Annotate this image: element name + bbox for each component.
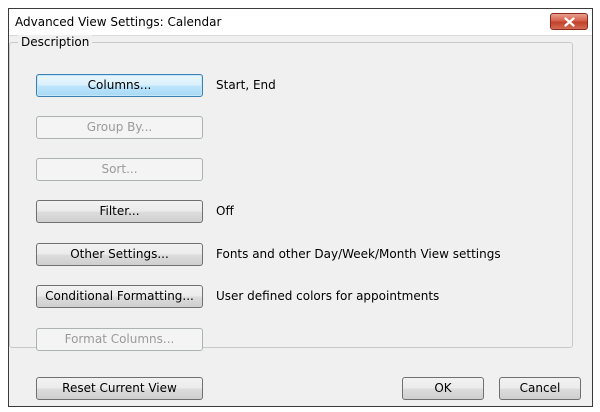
format-columns-button[interactable]: Format Columns... (36, 328, 203, 351)
ok-button[interactable]: OK (402, 377, 484, 400)
groupbox-label: Description (18, 35, 93, 49)
sort-button[interactable]: Sort... (36, 158, 203, 181)
other-settings-button[interactable]: Other Settings... (36, 243, 203, 266)
cancel-button[interactable]: Cancel (499, 377, 581, 400)
window-title: Advanced View Settings: Calendar (15, 15, 222, 29)
reset-current-view-button[interactable]: Reset Current View (36, 377, 203, 400)
title-bar: Advanced View Settings: Calendar (9, 9, 592, 36)
filter-description: Off (216, 204, 234, 218)
columns-button[interactable]: Columns... (36, 74, 203, 97)
close-icon (564, 17, 575, 27)
group-by-button[interactable]: Group By... (36, 116, 203, 139)
conditional-formatting-description: User defined colors for appointments (216, 289, 440, 303)
columns-description: Start, End (216, 78, 276, 92)
filter-button[interactable]: Filter... (36, 200, 203, 223)
other-settings-description: Fonts and other Day/Week/Month View sett… (216, 247, 501, 261)
conditional-formatting-button[interactable]: Conditional Formatting... (36, 285, 203, 308)
close-button[interactable] (550, 13, 588, 30)
